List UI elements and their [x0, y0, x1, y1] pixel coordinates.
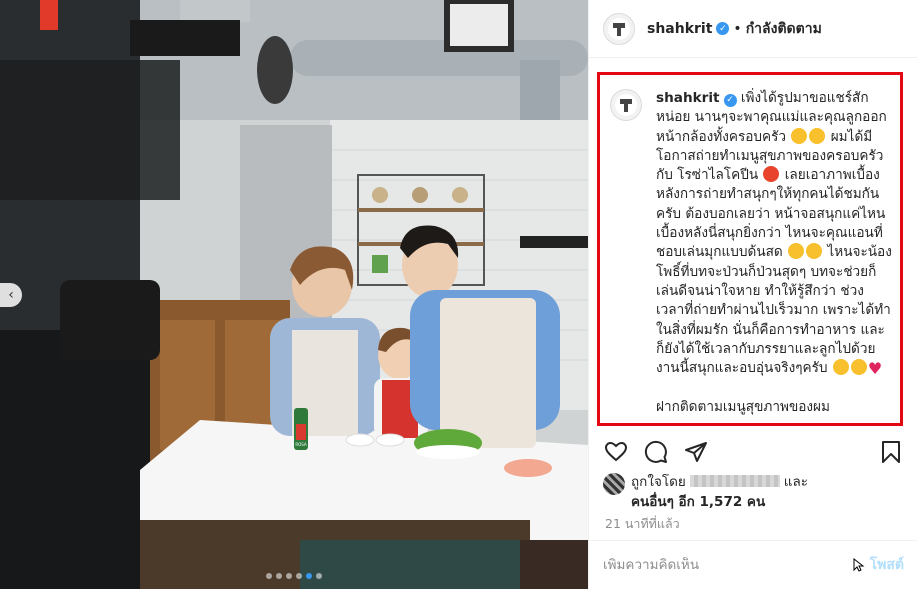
smile-emoji-icon [832, 359, 849, 376]
save-button[interactable] [876, 437, 906, 467]
share-button[interactable] [681, 437, 711, 467]
carousel-dot [266, 573, 272, 579]
caption-highlight-box: shahkrit ✓ เพิ่งได้รูปมาขอแชร์สักหน่อย นา… [597, 72, 903, 426]
liker-avatar[interactable] [603, 473, 625, 495]
carousel-dot [276, 573, 282, 579]
kitchen-scene-image: ROSA [0, 0, 588, 589]
red-heart-emoji-icon: ♥ [867, 359, 883, 379]
caption-row: shahkrit ✓ เพิ่งได้รูปมาขอแชร์สักหน่อย นา… [610, 89, 892, 417]
smile-emoji-icon [850, 359, 867, 376]
heart-outline-icon [604, 441, 628, 462]
author-username[interactable]: shahkrit [647, 21, 712, 37]
carousel-dot-active [306, 573, 312, 579]
carousel-dot [296, 573, 302, 579]
paper-plane-icon [685, 442, 707, 462]
comment-bar: โพสต์ [589, 540, 917, 589]
carousel-indicator [266, 573, 322, 579]
likes-text: ถูกใจโดย และ คนอื่นๆ อีก 1,572 คน [631, 472, 808, 512]
post-timestamp[interactable]: 21 นาทีที่แล้ว [605, 514, 680, 534]
caption-avatar[interactable] [610, 89, 642, 121]
liked-by-and: และ [783, 474, 809, 490]
chevron-left-icon: ‹ [8, 287, 14, 303]
caption-text: shahkrit ✓ เพิ่งได้รูปมาขอแชร์สักหน่อย นา… [656, 89, 892, 417]
post-photo: ROSA ‹ [0, 0, 588, 589]
post-sidebar: shahkrit ✓ • กำลังติดตาม shahkrit ✓ เพิ่ง… [588, 0, 917, 589]
carousel-dot [286, 573, 292, 579]
author-avatar[interactable] [603, 12, 635, 45]
heart-eyes-emoji-icon [791, 127, 808, 144]
verified-badge-icon: ✓ [723, 94, 737, 108]
liker-username-redacted[interactable] [689, 475, 780, 487]
comment-button[interactable] [641, 437, 671, 467]
caption-username[interactable]: shahkrit [656, 90, 720, 106]
speech-bubble-icon [644, 440, 667, 463]
laughing-emoji-icon [806, 243, 823, 260]
like-button[interactable] [601, 437, 631, 467]
following-button[interactable]: กำลังติดตาม [746, 18, 822, 40]
bookmark-icon [882, 441, 900, 463]
comment-input[interactable] [603, 557, 852, 573]
laughing-emoji-icon [788, 243, 805, 260]
heart-eyes-emoji-icon [809, 127, 826, 144]
verified-badge-icon: ✓ [716, 22, 730, 35]
caption-part-4: ไหนจะน้องโพธิ์ที่บทจะป่วนก็ป่วนสุดๆ บทจะ… [656, 244, 892, 377]
carousel-dot [316, 573, 322, 579]
caption-continuation: ฝากติดตามเมนูสุขภาพของผม [656, 398, 830, 415]
post-actions [589, 434, 917, 470]
header-separator: • [733, 20, 742, 37]
liked-by-label: ถูกใจโดย [631, 474, 686, 490]
cursor-icon [852, 558, 866, 572]
post-comment-button[interactable]: โพสต์ [870, 554, 904, 576]
likes-summary: ถูกใจโดย และ คนอื่นๆ อีก 1,572 คน [603, 472, 808, 512]
post-header: shahkrit ✓ • กำลังติดตาม [589, 0, 917, 58]
product-label-text: ROSA [295, 442, 307, 447]
avatar-logo-icon [615, 94, 637, 116]
avatar-logo-icon [608, 17, 630, 40]
likes-count-link[interactable]: คนอื่นๆ อีก 1,572 คน [631, 494, 765, 510]
tomato-emoji-icon [763, 166, 780, 183]
